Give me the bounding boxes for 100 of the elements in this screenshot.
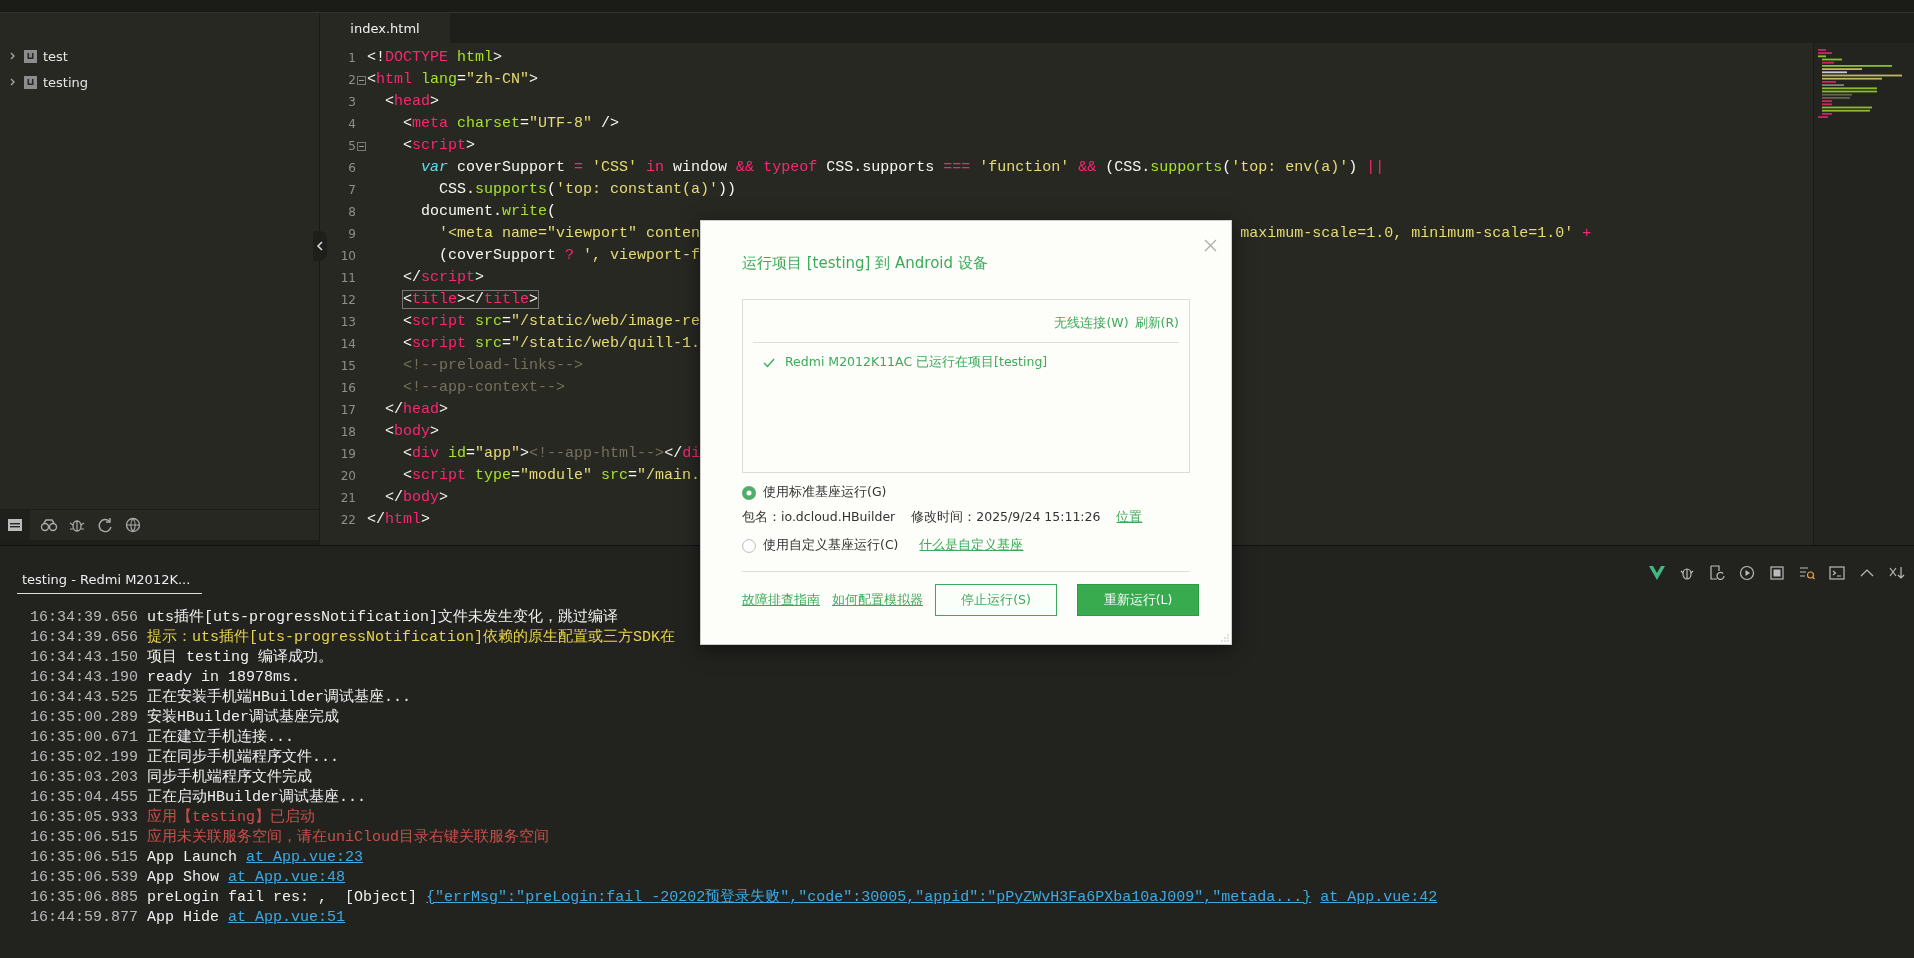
log-message: 项目 testing 编译成功。 (147, 649, 334, 666)
line-number: 3 (347, 94, 356, 111)
source-link[interactable]: at App.vue:48 (228, 869, 346, 886)
resize-grip-icon[interactable] (1221, 634, 1229, 642)
project-item[interactable]: test (0, 43, 319, 69)
log-message: preLogin fail res: , [Object] (147, 889, 418, 906)
dialog-title: 运行项目 [testing] 到 Android 设备 (742, 254, 989, 273)
timestamp: 16:34:39.656 (30, 629, 139, 646)
timestamp: 16:34:43.190 (30, 669, 139, 686)
timestamp: 16:34:43.525 (30, 689, 139, 706)
line-number: 8 (347, 204, 356, 221)
code-line: <!DOCTYPE html> (367, 48, 503, 68)
line-number: 22 (339, 512, 356, 529)
timestamp: 16:35:02.199 (30, 749, 139, 766)
line-number: 1 (347, 50, 356, 67)
log-message: 正在启动HBuilder调试基座... (147, 789, 367, 806)
line-number: 21 (339, 490, 356, 507)
project-item[interactable]: testing (0, 69, 319, 95)
code-line: <script> (402, 136, 476, 156)
source-link[interactable]: at App.vue:23 (246, 849, 364, 866)
code-line: </body> (384, 488, 449, 508)
code-line: <title></title> (402, 290, 539, 310)
log-message: 正在同步手机端程序文件... (147, 749, 340, 766)
line-number: 16 (339, 380, 356, 397)
code-line: </html> (367, 510, 431, 530)
project-icon (24, 49, 37, 63)
timestamp: 16:35:06.539 (30, 869, 139, 886)
collapse-icon[interactable] (357, 141, 366, 151)
line-number: 6 (347, 160, 356, 177)
vue-logo-icon[interactable] (1648, 564, 1666, 582)
source-link[interactable]: at App.vue:42 (1320, 889, 1438, 906)
play-circle-icon[interactable] (1738, 564, 1756, 582)
source-link[interactable]: at App.vue:51 (228, 909, 346, 926)
log-message: 正在建立手机连接... (147, 729, 295, 746)
log-message: 应用【testing】已启动 (147, 809, 316, 826)
line-number: 9 (347, 226, 356, 243)
timestamp: 16:35:06.515 (30, 829, 139, 846)
log-message: ready in 18978ms. (147, 669, 301, 686)
code-line: <script src="/static/web/image-re (402, 312, 701, 332)
collapse-icon[interactable] (357, 75, 366, 85)
terminal-icon[interactable] (1828, 564, 1846, 582)
code-line: maximum-scale=1.0, minimum-scale=1.0' + (1240, 224, 1592, 244)
line-number: 19 (339, 446, 356, 463)
timestamp: 16:35:04.455 (30, 789, 139, 806)
line-number: 17 (339, 402, 356, 419)
line-number: 11 (339, 270, 356, 287)
log-message: App Launch (147, 849, 238, 866)
project-icon (24, 75, 37, 89)
radio-button[interactable] (742, 485, 756, 500)
timestamp: 16:34:39.656 (30, 609, 139, 626)
modified-time: 修改时间：2025/9/24 15:11:26 (911, 509, 1101, 526)
source-link[interactable]: {"errMsg":"preLogin:fail -20202预登录失败","code":30005,"appid":"pPyZWvH3Fa6PXba10aJ009","metada...} (426, 889, 1312, 906)
line-number: 14 (339, 336, 356, 353)
code-line: <div id="app"><!--app-html--></di (402, 444, 701, 464)
option-label[interactable]: 使用标准基座运行(G) (763, 484, 887, 501)
log-message: 正在安装手机端HBuilder调试基座... (147, 689, 412, 706)
log-message: 同步手机端程序文件完成 (147, 769, 313, 786)
globe-icon[interactable] (124, 516, 142, 534)
code-line: CSS.supports('top: constant(a)')) (438, 180, 737, 200)
log-message: 安装HBuilder调试基座完成 (147, 709, 340, 726)
log-message: App Show (147, 869, 220, 886)
timestamp: 16:35:06.515 (30, 849, 139, 866)
file-refresh-icon[interactable] (1708, 564, 1726, 582)
stop-button[interactable]: 停止运行(S) (935, 584, 1057, 616)
timestamp: 16:35:00.671 (30, 729, 139, 746)
timestamp: 16:35:05.933 (30, 809, 139, 826)
radio-button[interactable] (742, 538, 756, 553)
code-line: <script type="module" src="/main. (402, 466, 701, 486)
code-line: </script> (402, 268, 485, 288)
timestamp: 16:44:59.877 (30, 909, 139, 926)
log-message: 应用未关联服务空间，请在uniCloud目录右键关联服务空间 (147, 829, 550, 846)
log-message: uts插件[uts-progressNotification]文件未发生变化，跳过编译 (147, 609, 619, 626)
file-list-icon[interactable] (6, 516, 24, 534)
console-tab[interactable]: testing - Redmi M2012K... (17, 572, 203, 594)
option-label[interactable]: 使用自定义基座运行(C) (763, 537, 899, 554)
binoculars-icon[interactable] (40, 516, 58, 534)
search-list-icon[interactable] (1798, 564, 1816, 582)
timestamp: 16:34:43.150 (30, 649, 139, 666)
code-line: <head> (384, 92, 440, 112)
line-number: 4 (347, 116, 356, 133)
refresh-icon[interactable] (96, 516, 114, 534)
timestamp: 16:35:00.289 (30, 709, 139, 726)
code-line: '<meta name="viewport" conten (438, 224, 701, 244)
line-number: 12 (339, 292, 356, 309)
timestamp: 16:35:03.203 (30, 769, 139, 786)
code-line: <!--app-context--> (402, 378, 566, 398)
chevron-left-icon[interactable] (316, 241, 324, 251)
line-number: 18 (339, 424, 356, 441)
help-link[interactable]: 故障排查指南 (742, 591, 820, 609)
code-line: <html lang="zh-CN"> (367, 70, 539, 90)
stop-icon[interactable] (1768, 564, 1786, 582)
collapse-sidebar-button[interactable] (313, 231, 327, 261)
file-tab[interactable]: index.html (320, 13, 450, 43)
package-name: 包名：io.dcloud.HBuilder (742, 509, 896, 526)
timestamp: 16:35:06.885 (30, 889, 139, 906)
line-number: 20 (339, 468, 356, 485)
line-number: 5 (347, 138, 356, 155)
code-line: (coverSupport ? ', viewport-f (438, 246, 701, 266)
code-line: <!--preload-links--> (402, 356, 584, 376)
line-number: 13 (339, 314, 356, 331)
